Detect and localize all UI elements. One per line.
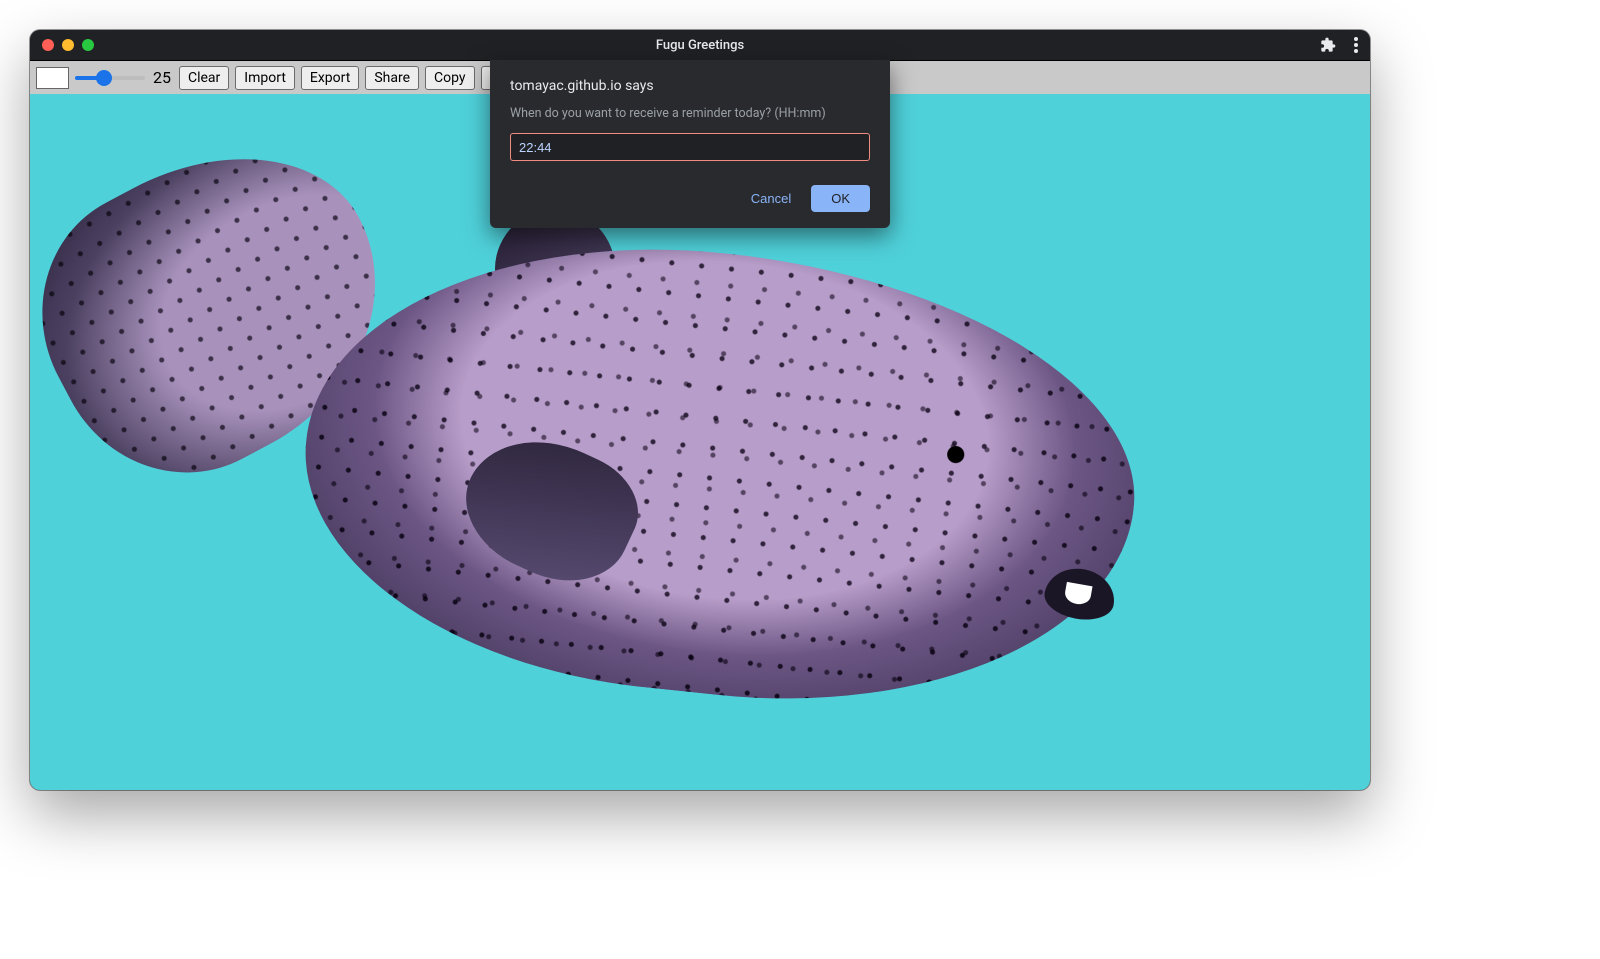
clear-button[interactable]: Clear xyxy=(179,66,229,90)
window-minimize-button[interactable] xyxy=(62,39,74,51)
titlebar: Fugu Greetings xyxy=(30,30,1370,60)
prompt-message: When do you want to receive a reminder t… xyxy=(510,106,870,121)
color-swatch[interactable] xyxy=(36,67,69,89)
window-title: Fugu Greetings xyxy=(656,38,744,53)
copy-button[interactable]: Copy xyxy=(425,66,475,90)
prompt-input[interactable] xyxy=(510,133,870,161)
brush-size-slider[interactable] xyxy=(75,70,145,86)
extensions-icon[interactable] xyxy=(1320,37,1336,53)
window-close-button[interactable] xyxy=(42,39,54,51)
prompt-cancel-button[interactable]: Cancel xyxy=(751,191,791,206)
kebab-menu-icon[interactable] xyxy=(1354,37,1358,53)
brush-size-value: 25 xyxy=(153,68,171,87)
prompt-ok-button[interactable]: OK xyxy=(811,185,870,212)
prompt-dialog: tomayac.github.io says When do you want … xyxy=(490,60,890,228)
share-button[interactable]: Share xyxy=(365,66,419,90)
app-window: Fugu Greetings 25 Clear Import Export Sh… xyxy=(30,30,1370,790)
import-button[interactable]: Import xyxy=(235,66,295,90)
traffic-lights xyxy=(42,39,94,51)
prompt-origin: tomayac.github.io says xyxy=(510,78,870,94)
window-maximize-button[interactable] xyxy=(82,39,94,51)
export-button[interactable]: Export xyxy=(301,66,359,90)
